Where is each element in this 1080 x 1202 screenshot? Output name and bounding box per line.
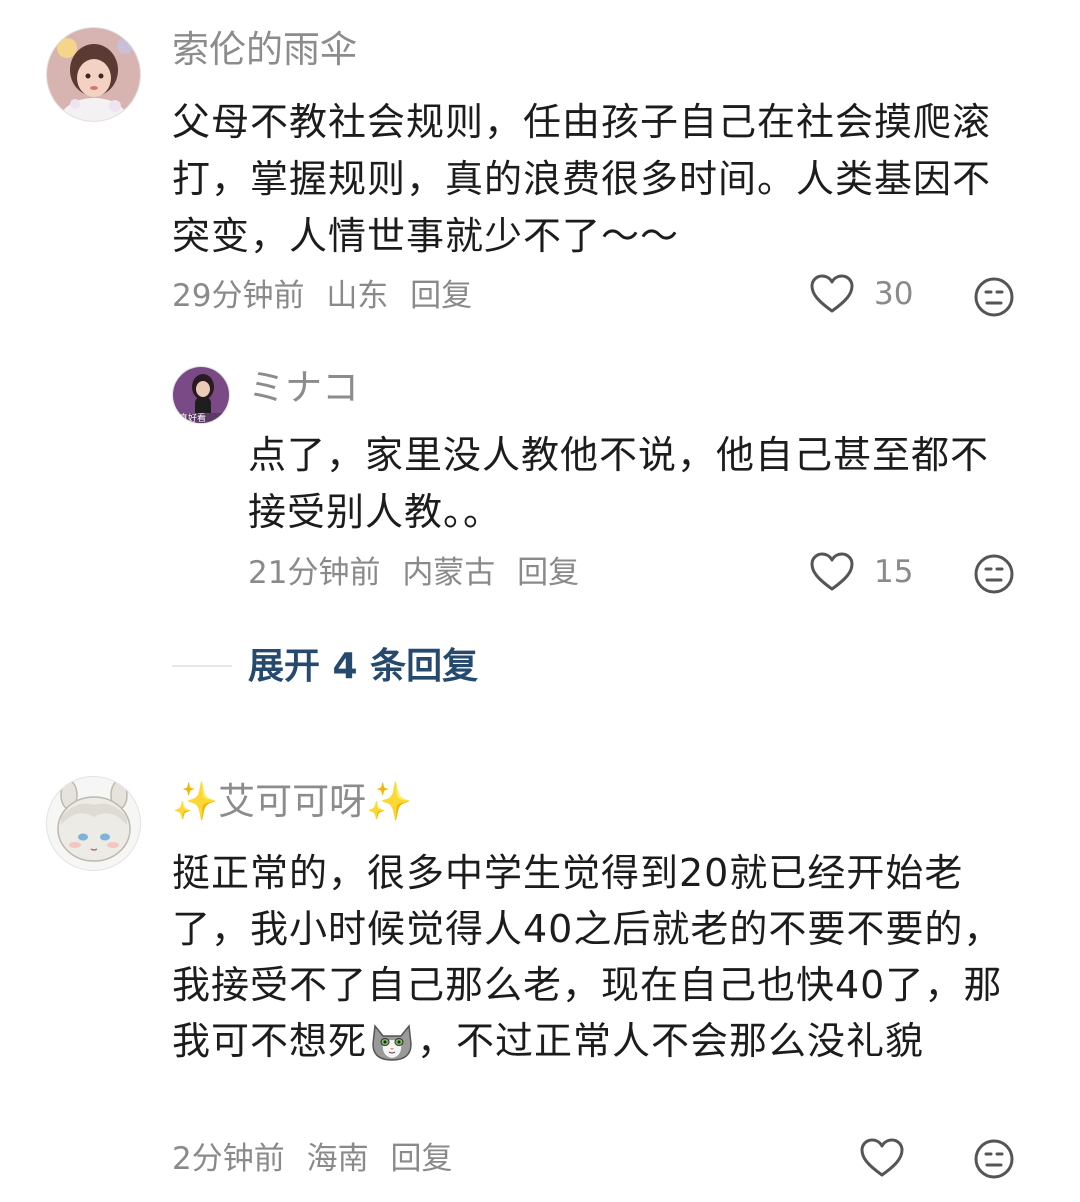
comment-time: 2分钟前	[172, 1141, 285, 1177]
comment-meta: 29分钟前 山东 回复	[172, 276, 484, 316]
username[interactable]: ✨艾可可呀✨	[172, 780, 412, 824]
sparkle-icon: ✨	[172, 780, 219, 823]
reply-button[interactable]: 回复	[517, 555, 579, 591]
dislike-button[interactable]	[973, 553, 1015, 599]
heart-icon	[860, 1138, 904, 1177]
comment-location: 山东	[326, 278, 389, 314]
reply-location: 内蒙古	[402, 555, 496, 591]
anime-boy-avatar-icon	[47, 777, 140, 870]
comment-text: 父母不教社会规则，任由孩子自己在社会摸爬滚打，掌握规则，真的浪费很多时间。人类基…	[172, 100, 992, 258]
sparkle-icon: ✨	[366, 780, 413, 823]
avatar[interactable]	[46, 27, 141, 122]
girl-avatar-icon	[47, 28, 140, 121]
like-count: 30	[874, 276, 914, 312]
expand-divider	[172, 665, 232, 667]
reply-avatar[interactable]: 真好看	[172, 366, 230, 424]
comment-meta: 2分钟前 海南 回复	[172, 1139, 464, 1179]
username-text: 艾可可呀	[218, 780, 367, 823]
reply-text: 点了，家里没人教他不说，他自己甚至都不接受别人教。。	[248, 433, 990, 534]
like-button[interactable]: 30	[810, 274, 913, 314]
heart-icon	[810, 274, 854, 313]
neutral-face-icon	[974, 554, 1014, 594]
cat-face-icon	[372, 1024, 412, 1061]
avatar-badge-text: 真好看	[179, 414, 207, 424]
comment-location: 海南	[306, 1141, 369, 1177]
avatar[interactable]	[46, 776, 141, 871]
like-count: 15	[874, 554, 914, 590]
heart-icon	[810, 552, 854, 591]
reply-button[interactable]: 回复	[390, 1141, 452, 1177]
like-button[interactable]	[860, 1138, 904, 1178]
reply-button[interactable]: 回复	[410, 278, 472, 314]
neutral-face-icon	[974, 277, 1014, 317]
dislike-button[interactable]	[973, 276, 1015, 322]
reply-meta: 21分钟前 内蒙古 回复	[248, 553, 591, 593]
expand-replies-link[interactable]: 展开 4 条回复	[248, 645, 478, 689]
comment-text-part: ，不过正常人不会那么没礼貌	[417, 1019, 925, 1063]
like-button[interactable]: 15	[810, 552, 913, 592]
comment-time: 29分钟前	[172, 278, 305, 314]
comment-text: 挺正常的，很多中学生觉得到20就已经开始老了，我小时候觉得人40之后就老的不要不…	[172, 845, 1022, 1069]
reply-username[interactable]: ミナコ	[248, 366, 359, 410]
reply-time: 21分钟前	[248, 555, 381, 591]
cat-face-emoji	[369, 1018, 415, 1062]
neutral-face-icon	[974, 1139, 1014, 1179]
username[interactable]: 索伦的雨伞	[172, 28, 357, 72]
dislike-button[interactable]	[973, 1138, 1015, 1184]
